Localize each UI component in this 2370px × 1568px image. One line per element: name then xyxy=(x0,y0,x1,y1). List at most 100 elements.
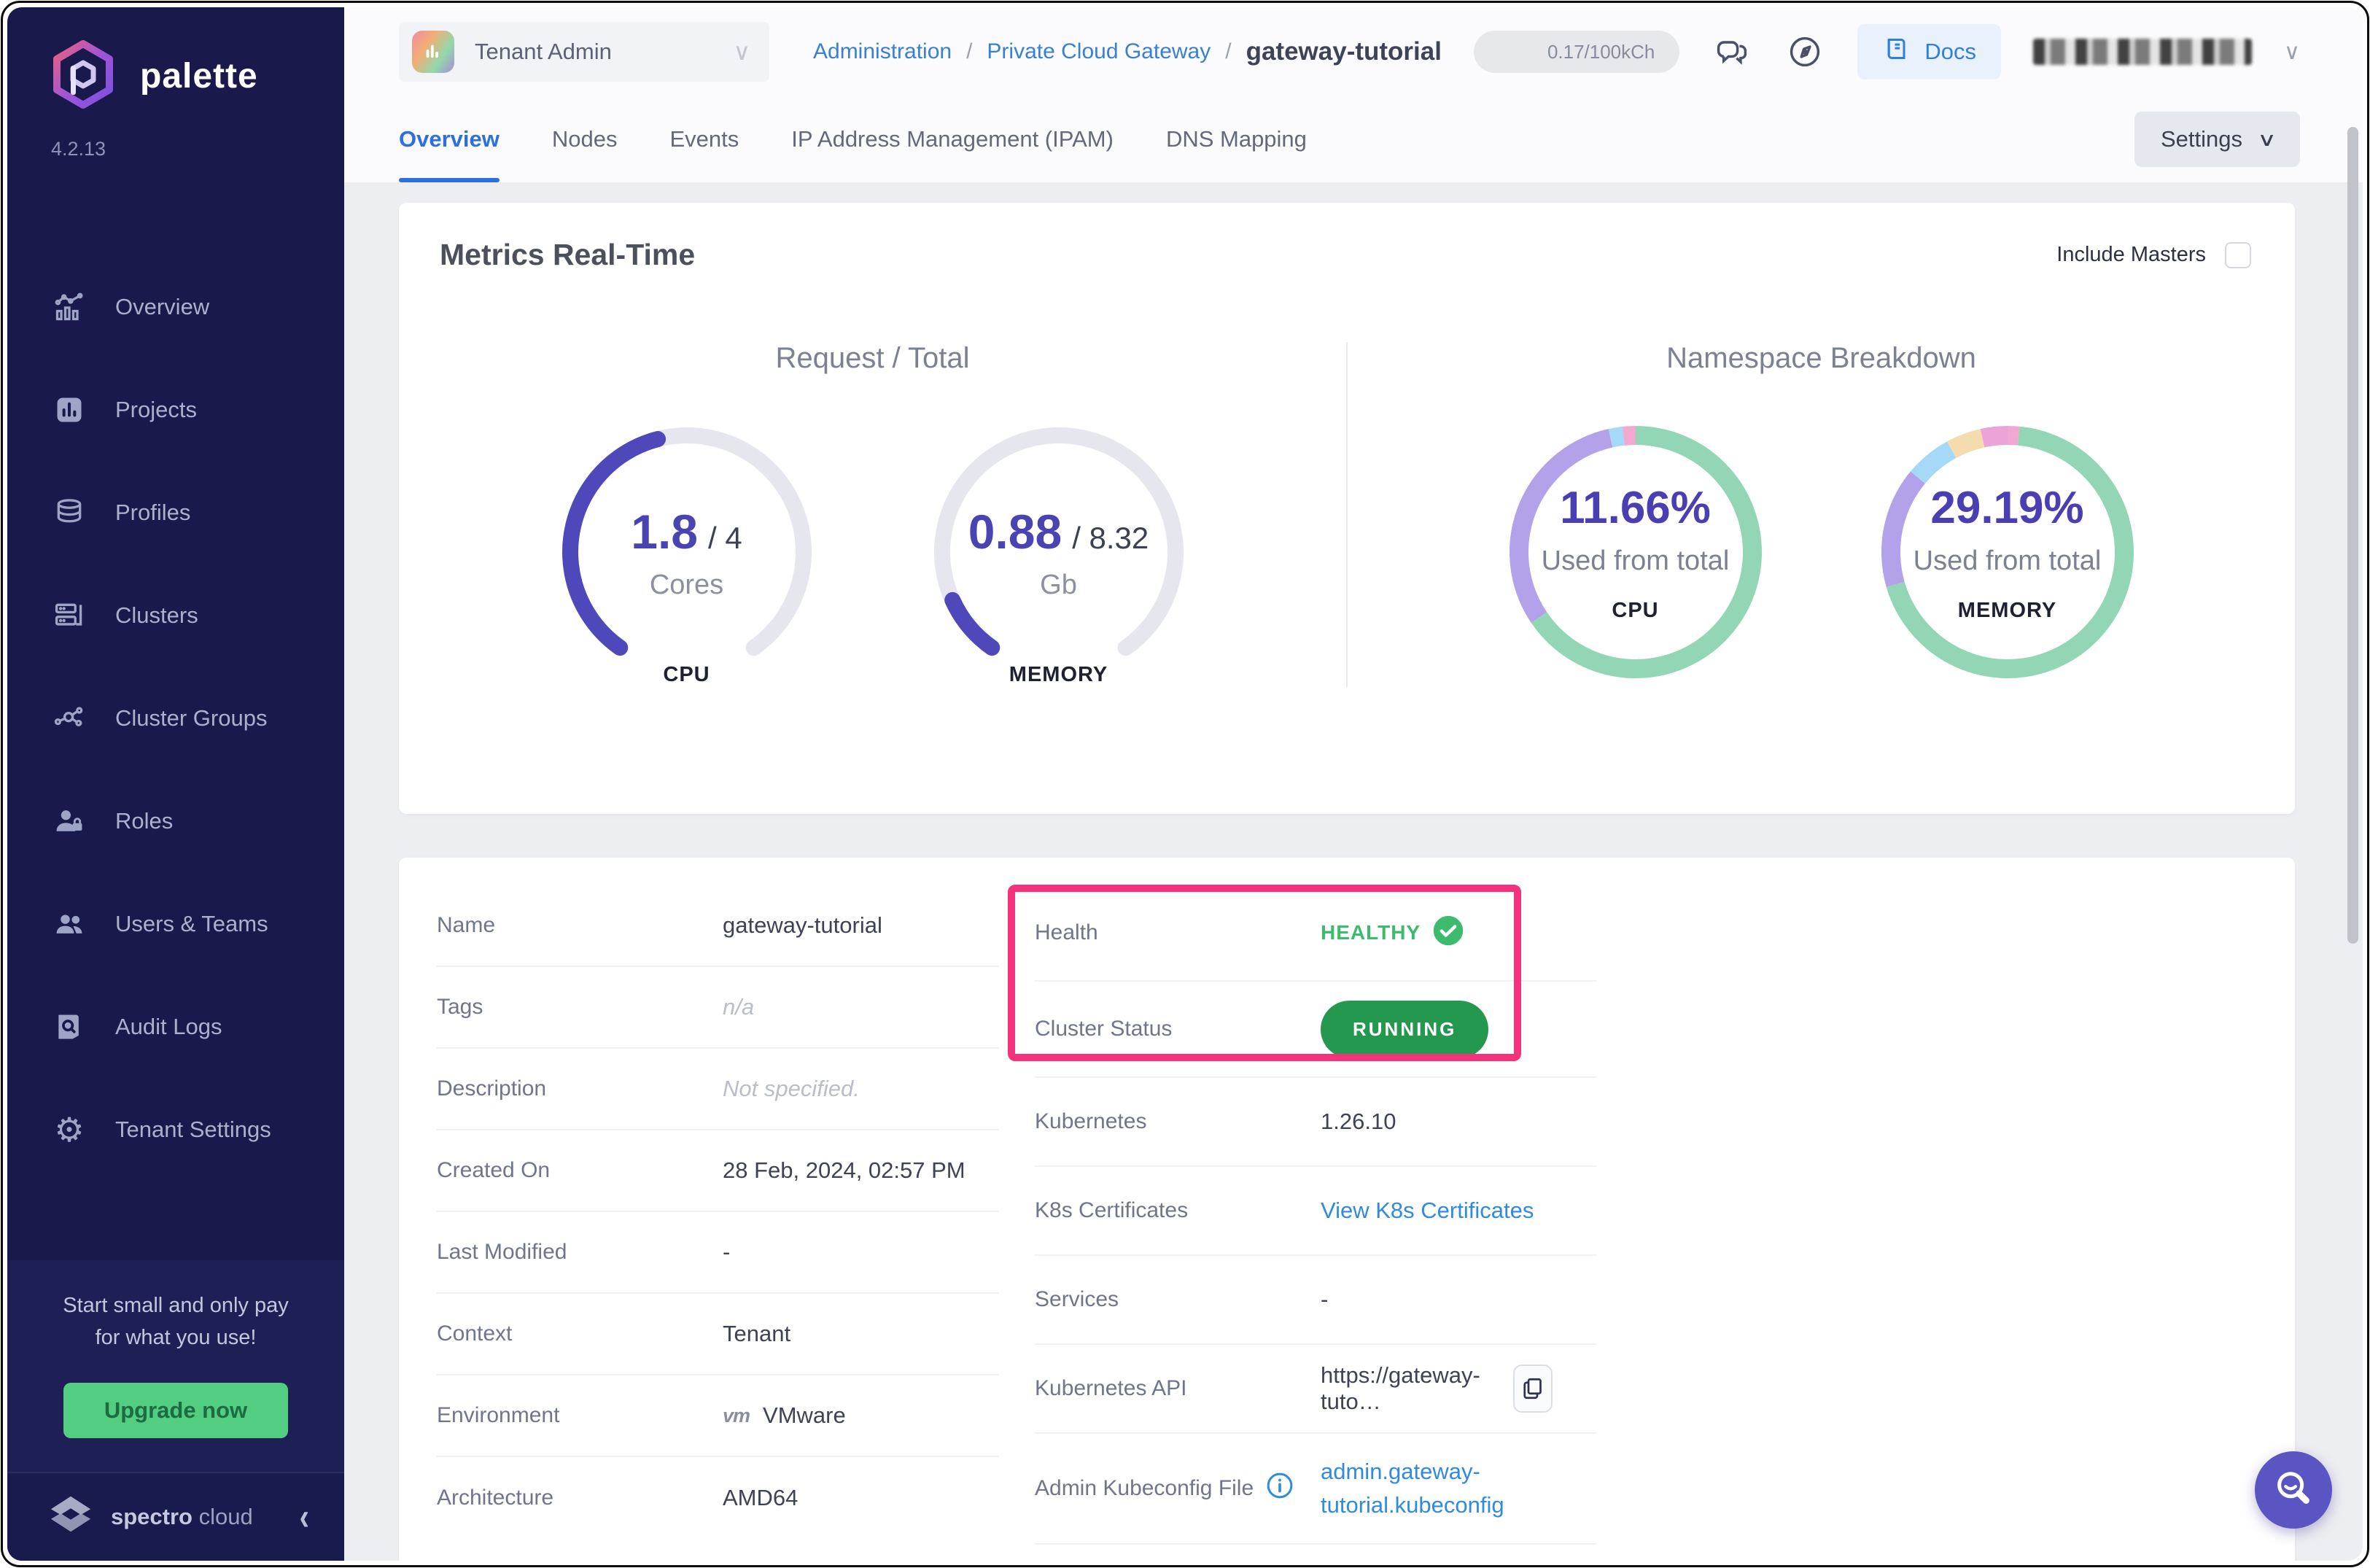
projects-icon xyxy=(53,393,86,427)
cloud-label: cloud xyxy=(198,1504,253,1529)
compass-icon[interactable] xyxy=(1784,31,1825,72)
copy-button[interactable] xyxy=(1512,1365,1553,1413)
detail-row-last-modified: Last Modified - xyxy=(437,1212,998,1294)
breadcrumb-private-cloud-gateway[interactable]: Private Cloud Gateway xyxy=(987,39,1211,64)
running-status-badge: RUNNING xyxy=(1321,1000,1489,1058)
admin-kubeconfig-link[interactable]: admin.gateway-tutorial.kubeconfig xyxy=(1321,1455,1596,1522)
row-value: - xyxy=(723,1239,731,1265)
sidebar-item-cluster-groups[interactable]: Cluster Groups xyxy=(7,667,344,769)
upgrade-now-button[interactable]: Upgrade now xyxy=(63,1383,289,1438)
page-content: Metrics Real-Time Include Masters Reques… xyxy=(344,182,2363,1561)
sidebar-item-profiles[interactable]: Profiles xyxy=(7,461,344,564)
user-name-redacted[interactable] xyxy=(2033,39,2253,65)
tab-ipam[interactable]: IP Address Management (IPAM) xyxy=(791,96,1114,182)
metrics-realtime-card: Metrics Real-Time Include Masters Reques… xyxy=(399,203,2295,814)
sidebar-item-overview[interactable]: Overview xyxy=(7,255,344,358)
chat-icon[interactable] xyxy=(1712,31,1752,72)
detail-row-architecture: Architecture AMD64 xyxy=(437,1457,998,1539)
detail-row-name: Name gateway-tutorial xyxy=(437,885,998,967)
gateway-details-card: Name gateway-tutorial Tags n/a Descripti… xyxy=(399,858,2295,1561)
row-label: Services xyxy=(1035,1287,1119,1311)
sidebar-item-label: Clusters xyxy=(115,602,198,628)
detail-row-kubernetes: Kubernetes 1.26.10 xyxy=(1035,1078,1596,1167)
audit-search-icon xyxy=(53,1010,86,1044)
check-circle-icon xyxy=(1432,915,1464,952)
breadcrumb-administration[interactable]: Administration xyxy=(813,39,952,64)
row-label: Health xyxy=(1035,920,1098,944)
row-value: n/a xyxy=(723,994,755,1020)
tab-events[interactable]: Events xyxy=(669,96,739,182)
person-lock-icon xyxy=(53,804,86,838)
upgrade-promo: Start small and only pay for what you us… xyxy=(7,1260,344,1472)
spectro-label: spectro xyxy=(111,1504,193,1529)
row-label: Admin Kubeconfig File xyxy=(1035,1476,1254,1500)
page-title: gateway-tutorial xyxy=(1246,37,1442,66)
memory-donut-chart xyxy=(1881,426,2134,678)
row-label: Tags xyxy=(437,995,483,1019)
namespace-breakdown-title: Namespace Breakdown xyxy=(1666,342,1976,374)
sidebar-item-clusters[interactable]: Clusters xyxy=(7,564,344,667)
row-label: Environment xyxy=(437,1403,560,1427)
detail-row-k8s-certificates: K8s Certificates View K8s Certificates xyxy=(1035,1167,1596,1256)
settings-button[interactable]: Settings ∨ xyxy=(2134,112,2300,167)
tab-dns-mapping[interactable]: DNS Mapping xyxy=(1166,96,1307,182)
row-value: AMD64 xyxy=(723,1485,799,1510)
search-fab-button[interactable] xyxy=(2255,1451,2332,1529)
sidebar-item-label: Cluster Groups xyxy=(115,705,268,731)
brand-logo-row: palette xyxy=(48,39,344,113)
sidebar-item-roles[interactable]: Roles xyxy=(7,769,344,872)
row-label: Last Modified xyxy=(437,1240,567,1264)
kubernetes-api-url: https://gateway-tuto… xyxy=(1321,1362,1480,1414)
sidebar-item-projects[interactable]: Projects xyxy=(7,358,344,461)
docs-button[interactable]: Docs xyxy=(1857,24,2002,79)
vertical-scrollbar-thumb[interactable] xyxy=(2347,127,2358,944)
chevron-down-icon: ∨ xyxy=(733,39,750,65)
row-value: 1.26.10 xyxy=(1321,1109,1396,1134)
detail-row-agent-version: Agent version 4.2.5/8924861213189 xyxy=(1035,1545,1596,1561)
user-menu-chevron-icon[interactable]: ∨ xyxy=(2284,39,2300,65)
view-k8s-certificates-link[interactable]: View K8s Certificates xyxy=(1321,1198,1596,1224)
include-masters-checkbox[interactable] xyxy=(2225,241,2251,268)
detail-row-services: Services - xyxy=(1035,1256,1596,1345)
tab-overview[interactable]: Overview xyxy=(399,96,500,182)
sidebar-item-tenant-settings[interactable]: ⚙ Tenant Settings xyxy=(7,1078,344,1181)
memory-gauge: 0.88 / 8.32 Gb MEMORY xyxy=(906,417,1212,687)
app-version: 4.2.13 xyxy=(51,138,106,160)
book-icon xyxy=(1882,34,1911,69)
sidebar-item-label: Audit Logs xyxy=(115,1013,222,1039)
row-label: Context xyxy=(437,1321,513,1346)
sidebar-collapse-icon[interactable]: ‹ xyxy=(300,1496,309,1539)
brand-name: palette xyxy=(140,57,258,96)
sidebar-nav: Overview Projects Profiles Clusters Clus… xyxy=(7,255,344,1260)
tab-nodes[interactable]: Nodes xyxy=(552,96,618,182)
row-label: Description xyxy=(437,1076,547,1101)
tenant-admin-icon xyxy=(412,31,454,73)
request-total-panel: Request / Total 1.8 / 4 Cores CPU 0.88 /… xyxy=(399,342,1348,687)
sidebar-item-audit-logs[interactable]: Audit Logs xyxy=(7,975,344,1078)
users-icon xyxy=(53,907,86,941)
namespace-breakdown-panel: Namespace Breakdown 11.66% Used from tot… xyxy=(1348,342,2295,687)
sidebar-item-users-teams[interactable]: Users & Teams xyxy=(7,872,344,975)
sidebar-item-label: Profiles xyxy=(115,499,191,525)
sidebar-item-label: Tenant Settings xyxy=(115,1116,271,1142)
overview-chart-icon xyxy=(53,290,86,324)
row-label: Name xyxy=(437,913,496,937)
promo-line-2: for what you use! xyxy=(95,1326,257,1349)
top-bar: Tenant Admin ∨ Administration / Private … xyxy=(344,7,2363,96)
info-icon[interactable] xyxy=(1265,1471,1294,1506)
vmware-icon: vm xyxy=(723,1404,750,1427)
detail-row-admin-kubeconfig: Admin Kubeconfig File admin.gateway-tuto… xyxy=(1035,1434,1596,1545)
project-scope-selector[interactable]: Tenant Admin ∨ xyxy=(399,22,769,82)
sidebar-footer: spectro cloud ‹ xyxy=(7,1472,344,1561)
sidebar-item-label: Overview xyxy=(115,293,210,319)
row-label: Architecture xyxy=(437,1486,554,1510)
detail-row-kubernetes-api: Kubernetes API https://gateway-tuto… xyxy=(1035,1345,1596,1434)
row-label: Kubernetes API xyxy=(1035,1376,1187,1400)
layers-icon xyxy=(53,496,86,529)
breadcrumb-separator: / xyxy=(966,39,973,63)
breadcrumb: Administration / Private Cloud Gateway /… xyxy=(813,37,1442,66)
sidebar-item-label: Roles xyxy=(115,807,174,834)
cpu-donut-chart xyxy=(1509,426,1762,678)
memory-gauge-chart xyxy=(933,427,1184,678)
row-label: Kubernetes xyxy=(1035,1109,1147,1133)
